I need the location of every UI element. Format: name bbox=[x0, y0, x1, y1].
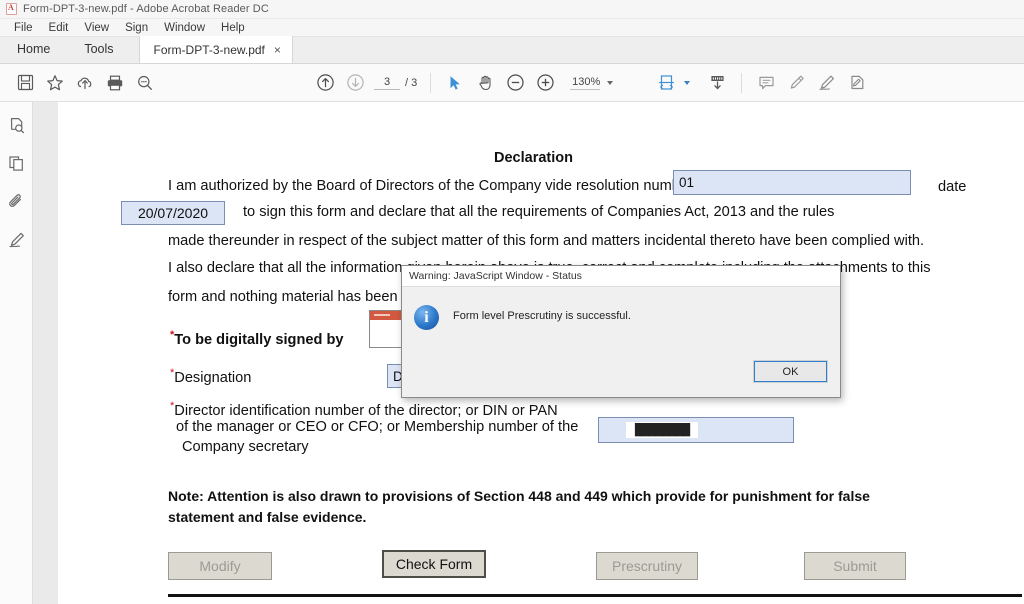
window-title: Form-DPT-3-new.pdf - Adobe Acrobat Reade… bbox=[23, 3, 269, 15]
menu-item-sign[interactable]: Sign bbox=[117, 19, 156, 37]
menu-bar: File Edit View Sign Window Help bbox=[0, 19, 1024, 37]
draw-icon[interactable] bbox=[811, 68, 841, 98]
resolution-number-field[interactable]: 01 bbox=[673, 170, 911, 195]
tab-document[interactable]: Form-DPT-3-new.pdf × bbox=[138, 36, 293, 63]
page-display-group bbox=[651, 68, 732, 98]
fit-page-chevron-icon[interactable] bbox=[684, 80, 691, 85]
page-gutter bbox=[33, 102, 58, 604]
tab-home[interactable]: Home bbox=[0, 36, 67, 63]
zoom-level-control[interactable]: 130% bbox=[570, 75, 614, 90]
declaration-date-word: date bbox=[938, 179, 967, 195]
dialog-title-bar: Warning: JavaScript Window - Status bbox=[402, 266, 840, 287]
din-field[interactable]: ████████ bbox=[598, 417, 794, 443]
fit-page-icon[interactable] bbox=[651, 68, 681, 98]
designation-label: *Designation bbox=[170, 367, 251, 386]
prescrutiny-button[interactable]: Prescrutiny bbox=[596, 552, 698, 580]
chevron-down-icon[interactable] bbox=[607, 80, 614, 85]
toolbar-divider bbox=[430, 72, 432, 93]
attachments-icon[interactable] bbox=[3, 188, 29, 214]
declaration-line-2: to sign this form and declare that all t… bbox=[243, 204, 835, 220]
zoom-in-icon[interactable] bbox=[530, 68, 560, 98]
javascript-status-dialog: Warning: JavaScript Window - Status i Fo… bbox=[401, 265, 841, 398]
info-icon: i bbox=[414, 305, 439, 330]
menu-item-file[interactable]: File bbox=[6, 19, 41, 37]
file-tools-group bbox=[10, 68, 160, 98]
legal-note: Note: Attention is also drawn to provisi… bbox=[168, 488, 870, 525]
dialog-message: Form level Prescrutiny is successful. bbox=[453, 310, 631, 322]
menu-item-window[interactable]: Window bbox=[156, 19, 213, 37]
modify-button[interactable]: Modify bbox=[168, 552, 272, 580]
declaration-line-3: made thereunder in respect of the subjec… bbox=[168, 233, 925, 249]
menu-item-edit[interactable]: Edit bbox=[41, 19, 77, 37]
menu-item-view[interactable]: View bbox=[76, 19, 117, 37]
zoom-level-value: 130% bbox=[570, 75, 601, 90]
submit-button[interactable]: Submit bbox=[804, 552, 906, 580]
dialog-title-text: Warning: JavaScript Window - Status bbox=[409, 270, 582, 282]
declaration-text-1: I am authorized by the Board of Director… bbox=[168, 177, 693, 194]
menu-item-help[interactable]: Help bbox=[213, 19, 253, 37]
upload-cloud-icon[interactable] bbox=[70, 68, 100, 98]
signed-by-label: *To be digitally signed by bbox=[170, 329, 343, 348]
hand-pan-icon[interactable] bbox=[470, 68, 500, 98]
zoom-out-icon[interactable] bbox=[500, 68, 530, 98]
page-bottom-rule bbox=[168, 594, 1022, 597]
tab-document-label: Form-DPT-3-new.pdf bbox=[153, 42, 265, 57]
designation-label-text: Designation bbox=[174, 369, 252, 386]
din-label-line-1: *Director identification number of the d… bbox=[170, 400, 558, 419]
close-icon[interactable]: × bbox=[274, 44, 281, 56]
search-icon[interactable] bbox=[130, 68, 160, 98]
din-label-line-3: Company secretary bbox=[182, 439, 309, 455]
left-navigation-rail bbox=[0, 102, 33, 604]
comment-icon[interactable] bbox=[751, 68, 781, 98]
tab-bar: Home Tools Form-DPT-3-new.pdf × bbox=[0, 36, 1024, 64]
declaration-line-1: I am authorized by the Board of Director… bbox=[168, 175, 697, 194]
page-number-box: / 3 bbox=[374, 75, 418, 90]
page-thumbnails-icon[interactable] bbox=[3, 112, 29, 138]
arrow-down-circle-icon[interactable] bbox=[340, 68, 370, 98]
page-number-input[interactable] bbox=[374, 75, 400, 90]
cursor-select-icon[interactable] bbox=[440, 68, 470, 98]
annotation-tools-group bbox=[751, 68, 871, 98]
dated-field[interactable]: 20/07/2020 bbox=[121, 201, 225, 225]
digital-signature-field[interactable] bbox=[369, 310, 405, 348]
din-masked-value: ████████ bbox=[626, 422, 698, 438]
view-tools-group: 130% bbox=[440, 68, 614, 98]
signature-bar bbox=[370, 311, 404, 320]
print-icon[interactable] bbox=[100, 68, 130, 98]
din-label-line-2: of the manager or CEO or CFO; or Members… bbox=[176, 419, 579, 435]
check-form-button[interactable]: Check Form bbox=[382, 550, 486, 578]
din-label-text-1: Director identification number of the di… bbox=[174, 402, 558, 419]
pages-icon[interactable] bbox=[3, 150, 29, 176]
page-nav-group: / 3 bbox=[310, 68, 421, 98]
title-bar: Form-DPT-3-new.pdf - Adobe Acrobat Reade… bbox=[0, 0, 1024, 19]
dialog-body: i Form level Prescrutiny is successful. bbox=[402, 287, 840, 330]
scroll-down-icon[interactable] bbox=[702, 68, 732, 98]
signed-by-label-text: To be digitally signed by bbox=[174, 331, 344, 348]
acrobat-reader-window: Form-DPT-3-new.pdf - Adobe Acrobat Reade… bbox=[0, 0, 1024, 604]
star-bookmark-icon[interactable] bbox=[40, 68, 70, 98]
pdf-file-icon bbox=[6, 3, 17, 15]
tab-tools[interactable]: Tools bbox=[67, 36, 130, 63]
main-toolbar: / 3 130% bbox=[0, 64, 1024, 102]
highlight-icon[interactable] bbox=[781, 68, 811, 98]
signature-icon[interactable] bbox=[3, 226, 29, 252]
save-icon[interactable] bbox=[10, 68, 40, 98]
sign-icon[interactable] bbox=[841, 68, 871, 98]
toolbar-divider-2 bbox=[741, 72, 743, 93]
dialog-ok-button[interactable]: OK bbox=[753, 360, 828, 383]
page-total-label: / 3 bbox=[405, 76, 418, 89]
page-title: Declaration bbox=[494, 150, 573, 166]
arrow-up-circle-icon[interactable] bbox=[310, 68, 340, 98]
